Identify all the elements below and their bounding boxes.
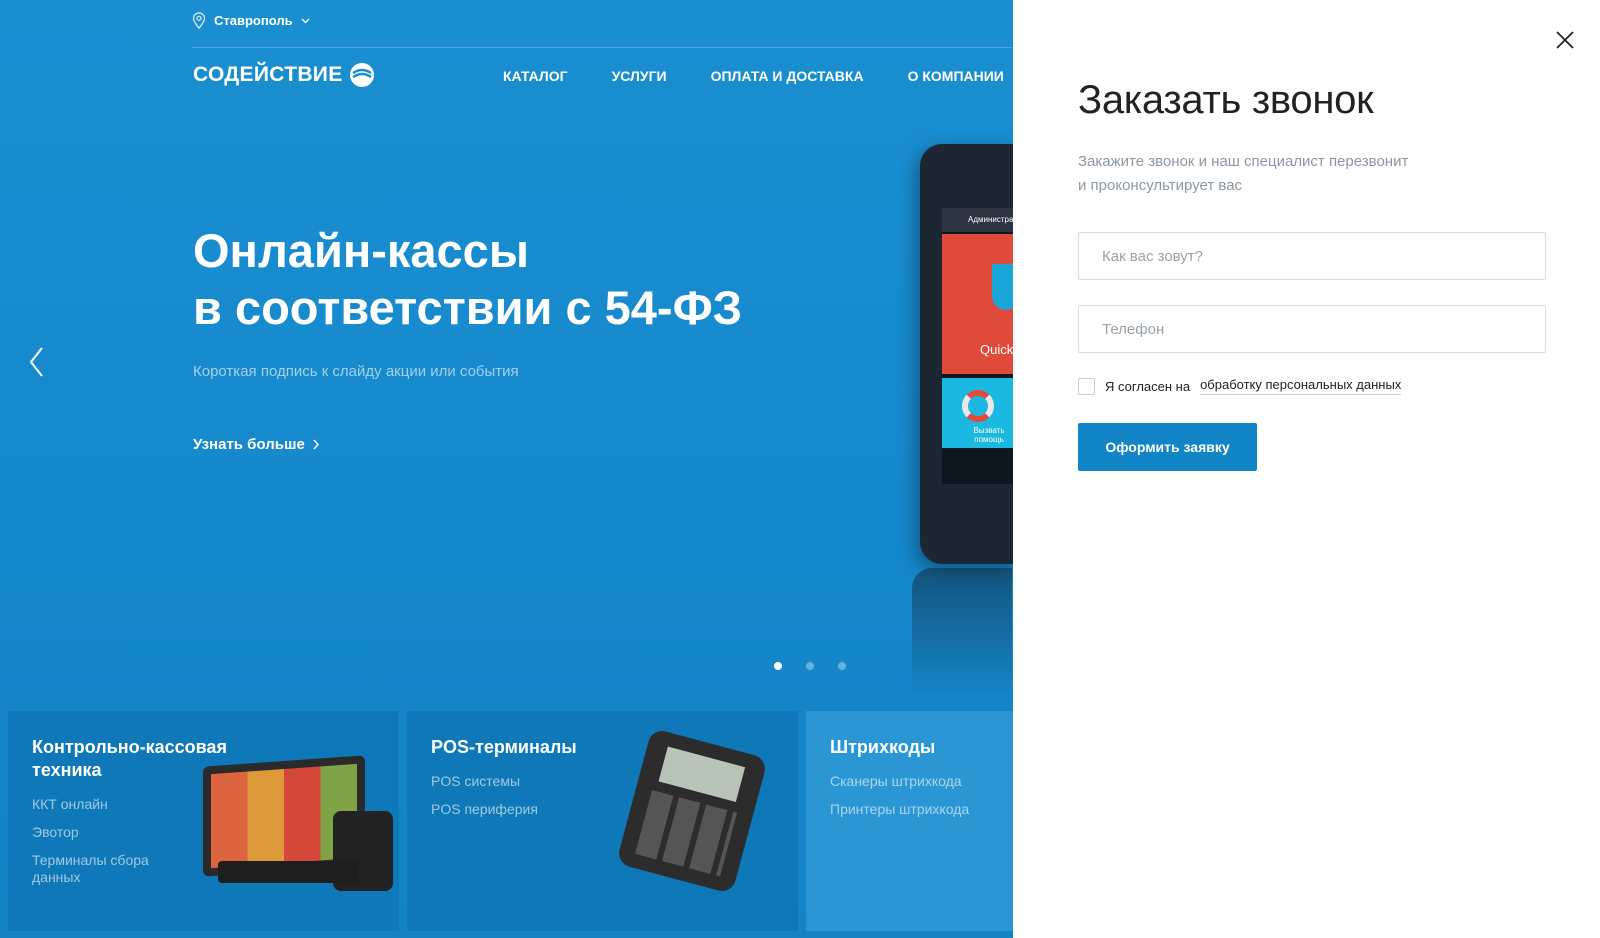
logo[interactable]: СОДЕЙСТВИЕ <box>193 62 375 88</box>
slider-dot-3[interactable] <box>838 662 846 670</box>
consent-policy-link[interactable]: обработку персональных данных <box>1200 377 1402 395</box>
device-tile-red: Quick <box>942 234 1020 374</box>
card-title-line1: Контрольно-кассовая <box>32 737 227 757</box>
chevron-left-icon <box>29 347 43 377</box>
slider-prev-button[interactable] <box>28 346 44 383</box>
nav-item-catalog[interactable]: КАТАЛОГ <box>503 68 568 84</box>
category-card-kkt[interactable]: Контрольно-кассовая техника ККТ онлайн Э… <box>8 711 399 931</box>
modal-description: Закажите звонок и наш специалист перезво… <box>1078 150 1478 198</box>
close-button[interactable] <box>1553 28 1577 52</box>
device-screen-header: Администратор <box>942 208 1020 232</box>
hero-subtitle: Короткая подпись к слайду акции или собы… <box>193 363 519 380</box>
main-nav: КАТАЛОГ УСЛУГИ ОПЛАТА И ДОСТАВКА О КОМПА… <box>503 68 1048 84</box>
hero-link-label: Узнать больше <box>193 436 305 453</box>
modal-description-line2: и проконсультирует вас <box>1078 177 1243 194</box>
chevron-down-icon <box>301 18 310 23</box>
device-tile-blue-label: Вызвать помощь <box>973 426 1005 444</box>
hero-device-image: Администратор Quick Вызвать помощь <box>920 144 1020 564</box>
name-input[interactable] <box>1078 232 1546 280</box>
card-title-line2: техника <box>32 760 102 780</box>
hero-learn-more-link[interactable]: Узнать больше <box>193 436 319 453</box>
pos-stand-image <box>218 861 358 883</box>
header-divider <box>192 47 1012 48</box>
lifebuoy-icon <box>962 390 994 422</box>
slider-dot-2[interactable] <box>806 662 814 670</box>
hero-title: Онлайн-кассы в соответствии с 54-ФЗ <box>193 222 742 336</box>
nav-item-about[interactable]: О КОМПАНИИ <box>908 68 1004 84</box>
submit-button[interactable]: Оформить заявку <box>1078 423 1257 471</box>
modal-description-line1: Закажите звонок и наш специалист перезво… <box>1078 153 1409 170</box>
chevron-right-icon <box>313 439 319 450</box>
location-pin-icon <box>192 12 206 29</box>
phone-input[interactable] <box>1078 305 1546 353</box>
city-name: Ставрополь <box>214 13 293 28</box>
logo-mark-icon <box>349 63 374 87</box>
logo-text: СОДЕЙСТВИЕ <box>193 63 343 86</box>
callback-modal: Заказать звонок Закажите звонок и наш сп… <box>1013 0 1600 938</box>
slider-dot-1[interactable] <box>774 662 782 670</box>
consent-row: Я согласен на обработку персональных дан… <box>1078 377 1402 395</box>
hero-title-line2: в соответствии с 54-ФЗ <box>193 281 743 334</box>
device-tile-red-label: Quick <box>980 342 1014 357</box>
device-reflection <box>912 568 1012 698</box>
consent-text: Я согласен на <box>1105 378 1191 394</box>
close-icon <box>1556 31 1574 49</box>
modal-title: Заказать звонок <box>1078 78 1374 122</box>
hero-title-line1: Онлайн-кассы <box>193 224 529 277</box>
card-link-terminals[interactable]: Терминалы сбора данных <box>32 852 162 886</box>
device-tile-blue: Вызвать помощь <box>942 378 1020 448</box>
slider-dots <box>774 662 846 670</box>
nav-item-services[interactable]: УСЛУГИ <box>612 68 667 84</box>
category-card-pos[interactable]: POS-терминалы POS системы POS периферия <box>407 711 798 931</box>
nav-item-payment-delivery[interactable]: ОПЛАТА И ДОСТАВКА <box>711 68 864 84</box>
device-screen: Администратор Quick Вызвать помощь <box>942 208 1020 484</box>
consent-checkbox[interactable] <box>1078 377 1095 395</box>
city-selector[interactable]: Ставрополь <box>192 12 310 29</box>
